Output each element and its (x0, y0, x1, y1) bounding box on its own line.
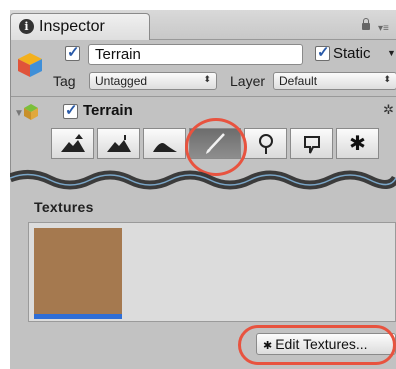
updown-arrows-icon: ⬍ (203, 74, 211, 84)
tag-value: Untagged (95, 74, 148, 88)
tool-raise-lower[interactable] (51, 128, 94, 159)
smooth-height-icon (152, 142, 177, 152)
layer-dropdown[interactable]: Default ⬍ (273, 72, 396, 90)
paint-height-icon (106, 134, 131, 152)
gameobject-cube-icon (18, 53, 42, 77)
updown-arrows-icon: ⬍ (383, 74, 391, 84)
texture-thumbnail[interactable] (34, 228, 122, 316)
static-checkbox[interactable] (315, 43, 330, 61)
static-label: Static (333, 45, 371, 62)
tag-label: Tag (53, 73, 76, 89)
layer-label: Layer (230, 73, 266, 89)
inspector-tab-bar: i Inspector ▾≡ (10, 10, 396, 40)
raise-lower-terrain-icon (60, 133, 85, 152)
tab-title: Inspector (39, 18, 105, 35)
tool-place-trees[interactable] (244, 128, 287, 159)
layer-value: Default (279, 74, 318, 88)
tag-dropdown[interactable]: Untagged ⬍ (89, 72, 217, 90)
tab-menu-icon[interactable]: ▾≡ (378, 23, 389, 34)
lock-icon[interactable] (362, 18, 370, 30)
highlight-circle-edit-button (238, 325, 396, 365)
place-trees-icon (258, 133, 273, 154)
terrain-settings-icon: ✱ (349, 133, 366, 155)
terrain-component-icon (24, 104, 38, 120)
static-dropdown-icon[interactable]: ▼ (387, 48, 396, 58)
terrain-enabled-checkbox[interactable] (63, 101, 78, 119)
object-name-field[interactable]: Terrain (88, 44, 303, 65)
info-icon: i (19, 19, 34, 34)
texture-selection-bar (34, 314, 122, 319)
inspector-tab[interactable]: i Inspector (10, 13, 150, 40)
component-title: Terrain (83, 102, 133, 119)
component-gear-icon[interactable]: ✲ (383, 102, 394, 118)
tool-smooth-height[interactable] (143, 128, 186, 159)
tool-terrain-settings[interactable]: ✱ (336, 128, 379, 159)
textures-label: Textures (34, 199, 94, 215)
paint-details-icon (303, 135, 320, 153)
tool-paint-details[interactable] (290, 128, 333, 159)
header-divider (11, 96, 396, 97)
active-checkbox[interactable] (65, 43, 80, 61)
tool-paint-height[interactable] (97, 128, 140, 159)
